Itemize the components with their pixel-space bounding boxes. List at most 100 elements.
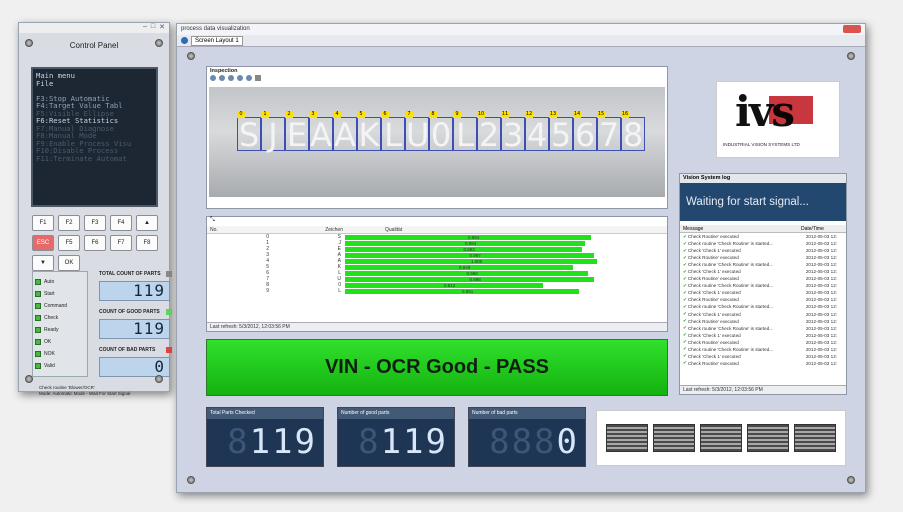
log-row[interactable]: ✔ Check Routine' executed 2012-05-03 12:	[680, 296, 846, 303]
log-row[interactable]: ✔ Check routine 'Check Routine' is starte…	[680, 325, 846, 332]
lcd-menu-line: File	[36, 78, 54, 88]
zoom-icon[interactable]	[237, 75, 243, 81]
log-message: Check routine 'Check Routine' is started…	[687, 262, 774, 268]
log-message: Check 'Check 1' executed	[687, 332, 741, 338]
ocr-character-box: 3A	[309, 111, 333, 152]
thumbnail-strip	[596, 410, 846, 466]
expand-icon[interactable]: ⤡	[210, 217, 215, 223]
part-thumbnail[interactable]	[794, 424, 837, 452]
close-icon[interactable]: ✕	[159, 23, 165, 33]
log-row[interactable]: ✔ Check 'Check 1' executed 2012-05-03 12:	[680, 289, 846, 296]
io-label: Valid	[44, 363, 55, 369]
log-row[interactable]: ✔ Check Routine' executed 2012-05-03 12:	[680, 360, 846, 367]
log-message: Check 'Check 1' executed	[687, 353, 741, 359]
log-row[interactable]: ✔ Check Routine' executed 2012-05-03 12:	[680, 318, 846, 325]
log-row[interactable]: ✔ Check routine 'Check Routine' is starte…	[680, 346, 846, 353]
column-header-char[interactable]: Zeichen	[247, 227, 343, 233]
io-label: Ready	[44, 327, 59, 333]
key-esc[interactable]: ESC	[32, 235, 54, 251]
zoom-icon[interactable]	[228, 75, 234, 81]
log-row[interactable]: ✔ Check Routine' executed 2012-05-03 12:	[680, 339, 846, 346]
maximize-icon[interactable]: □	[151, 23, 155, 33]
close-icon[interactable]	[843, 25, 861, 33]
part-thumbnail[interactable]	[699, 424, 742, 452]
key-f3[interactable]: F3	[84, 215, 106, 231]
good-count-label: COUNT OF GOOD PARTS	[99, 309, 160, 315]
part-thumbnail[interactable]	[605, 424, 648, 452]
ocr-index-tag: 4	[333, 111, 341, 118]
table-row[interactable]: 9 L 0.961	[207, 288, 667, 294]
quality-bar: 0.994	[345, 234, 591, 240]
log-row[interactable]: ✔ Check routine 'Check Routine' is starte…	[680, 282, 846, 289]
counter-value: 8880	[489, 422, 579, 462]
quality-value: 0.983	[463, 246, 475, 252]
process-visualization-window: process data visualization Screen Layout…	[176, 23, 866, 493]
quality-value: 1.000	[471, 258, 483, 264]
column-header-datetime[interactable]: Date/Time	[801, 226, 824, 232]
counter-label: Number of bad parts	[469, 408, 585, 419]
log-datetime: 2012-05-03 12:	[805, 262, 838, 268]
column-header-quality[interactable]: Qualität	[343, 227, 402, 233]
quality-value: 0.949	[459, 264, 471, 270]
log-row[interactable]: ✔ Check 'Check 1' executed 2012-05-03 12:	[680, 311, 846, 318]
log-row[interactable]: ✔ Check Routine' executed 2012-05-03 12:	[680, 233, 846, 240]
total-count-indicator	[166, 271, 172, 277]
log-message: Check routine 'Check Routine' is started…	[687, 283, 774, 289]
log-row[interactable]: ✔ Check 'Check 1' executed 2012-05-03 12:	[680, 353, 846, 360]
key-ok[interactable]: OK	[58, 255, 80, 271]
log-message: Check 'Check 1' executed	[687, 311, 741, 317]
log-message: Check Routine' executed	[687, 276, 739, 282]
quality-bar: 0.998	[345, 276, 594, 282]
part-thumbnail[interactable]	[747, 424, 790, 452]
ocr-character: 3	[502, 116, 524, 154]
io-indicator: Valid	[35, 360, 85, 372]
key-f1[interactable]: F1	[32, 215, 54, 231]
zoom-icon[interactable]	[219, 75, 225, 81]
log-row[interactable]: ✔ Check 'Check 1' executed 2012-05-03 12:	[680, 268, 846, 275]
status-led-icon	[35, 291, 41, 297]
total-count-label: TOTAL COUNT OF PARTS	[99, 271, 161, 277]
log-datetime: 2012-05-03 12:	[805, 297, 838, 303]
key-f2[interactable]: F2	[58, 215, 80, 231]
pan-icon[interactable]	[255, 75, 261, 81]
quality-bar: 0.984	[345, 240, 585, 246]
log-row[interactable]: ✔ Check routine 'Check Routine' is starte…	[680, 261, 846, 268]
log-row[interactable]: ✔ Check Routine' executed 2012-05-03 12:	[680, 254, 846, 261]
ocr-index-tag: 9	[453, 111, 461, 118]
part-thumbnail[interactable]	[652, 424, 695, 452]
tab-screen-layout[interactable]: Screen Layout 1	[191, 35, 243, 46]
quality-value: 0.994	[468, 234, 480, 240]
key-f7[interactable]: F7	[110, 235, 132, 251]
log-datetime: 2012-05-03 12:	[805, 339, 838, 345]
ocr-character-box: 16 8	[621, 111, 645, 152]
ocr-character-box: 15 7	[597, 111, 621, 152]
zoom-icon[interactable]	[246, 75, 252, 81]
log-datetime: 2012-05-03 12:	[805, 346, 838, 352]
key-up[interactable]: ▲	[136, 215, 158, 231]
minimize-icon[interactable]: –	[143, 23, 147, 33]
log-row[interactable]: ✔ Check 'Check 1' executed 2012-05-03 12:	[680, 332, 846, 339]
vision-log-title: Vision System log	[680, 174, 846, 183]
inspection-image: 0 S 1 J 2 E 3 A 4 A 5 K 6 L 7 U 8 0 9 L 10 2 11 3 12 4 13 5 14 6 15 7 16…	[209, 87, 665, 197]
key-f4[interactable]: F4	[110, 215, 132, 231]
log-row[interactable]: ✔ Check routine 'Check Routine' is starte…	[680, 303, 846, 310]
check-icon: ✔	[683, 233, 687, 239]
key-f5[interactable]: F5	[58, 235, 80, 251]
key-down[interactable]: ▼	[32, 255, 54, 271]
status-led-icon	[35, 327, 41, 333]
table-refresh-status: Last refresh: 5/3/2012, 12:03:56 PM	[207, 322, 667, 331]
key-f8[interactable]: F8	[136, 235, 158, 251]
ocr-character: S	[238, 116, 260, 154]
screw-icon	[25, 375, 33, 383]
function-keypad: F1 F2 F3 F4 ▲ ESC F5 F6 F7 F8 ▼ OK	[32, 215, 158, 271]
column-header-message[interactable]: Message	[683, 226, 801, 232]
zoom-icon[interactable]	[210, 75, 216, 81]
log-row[interactable]: ✔ Check Routine' executed 2012-05-03 12:	[680, 275, 846, 282]
good-count-indicator	[166, 309, 172, 315]
check-icon: ✔	[683, 247, 687, 253]
key-f6[interactable]: F6	[84, 235, 106, 251]
log-row[interactable]: ✔ Check 'Check 1' executed 2012-05-03 12:	[680, 247, 846, 254]
log-row[interactable]: ✔ Check routine 'Check Routine' is starte…	[680, 240, 846, 247]
column-header-no[interactable]: No.	[207, 227, 247, 233]
counter-label: Total Parts Checked	[207, 408, 323, 419]
